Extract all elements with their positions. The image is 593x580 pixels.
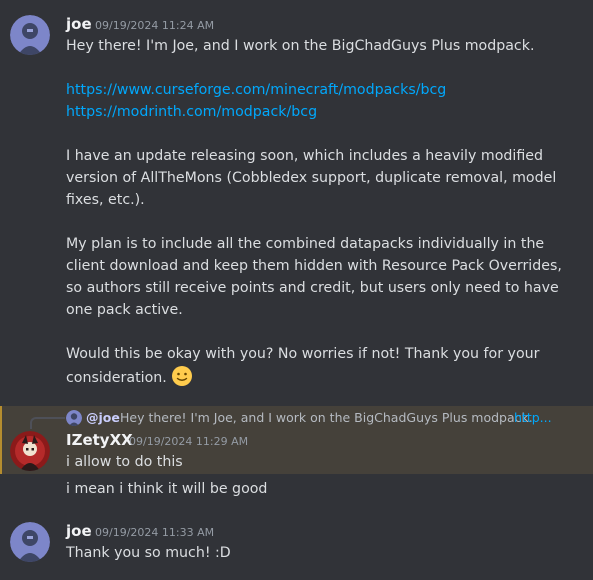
timestamp: 09/19/2024 11:33 AM [95, 526, 215, 539]
avatar[interactable] [10, 522, 50, 562]
message-text: Hey there! I'm Joe, and I work on the Bi… [66, 38, 535, 54]
message-text: so authors still receive points and cred… [66, 280, 559, 296]
message-text: fixes, etc.). [66, 192, 145, 208]
avatar[interactable] [10, 431, 50, 471]
message-text: I have an update releasing soon, which i… [66, 148, 543, 164]
message-text: one pack active. [66, 302, 183, 318]
modrinth-link[interactable]: https://modrinth.com/modpack/bcg [66, 101, 317, 123]
reply-preview-text: Hey there! I'm Joe, and I work on the Bi… [120, 410, 533, 425]
message-text: i mean i think it will be good [66, 481, 268, 497]
reply-spine [30, 417, 65, 429]
timestamp: 09/19/2024 11:24 AM [95, 19, 215, 32]
message-text: My plan is to include all the combined d… [66, 236, 545, 252]
reply-preview-link[interactable]: http... [514, 410, 552, 425]
timestamp: 09/19/2024 11:29 AM [129, 435, 249, 448]
slightly-smiling-face-icon[interactable] [171, 365, 193, 394]
message-text-last: consideration. [66, 365, 193, 394]
reply-mention[interactable]: @joe [86, 410, 120, 425]
avatar[interactable] [10, 15, 50, 55]
reply-avatar [66, 410, 82, 426]
username[interactable]: joe [66, 522, 92, 540]
message-text: version of AllTheMons (Cobbledex support… [66, 170, 557, 186]
username[interactable]: joe [66, 15, 92, 33]
message-text: i allow to do this [66, 454, 183, 470]
message-text: client download and keep them hidden wit… [66, 258, 562, 274]
username[interactable]: IZetyXX [66, 431, 133, 449]
message-text: consideration. [66, 370, 167, 386]
message-text: Would this be okay with you? No worries … [66, 346, 540, 362]
message-text: Thank you so much! :D [66, 545, 231, 561]
curseforge-link[interactable]: https://www.curseforge.com/minecraft/mod… [66, 79, 446, 101]
